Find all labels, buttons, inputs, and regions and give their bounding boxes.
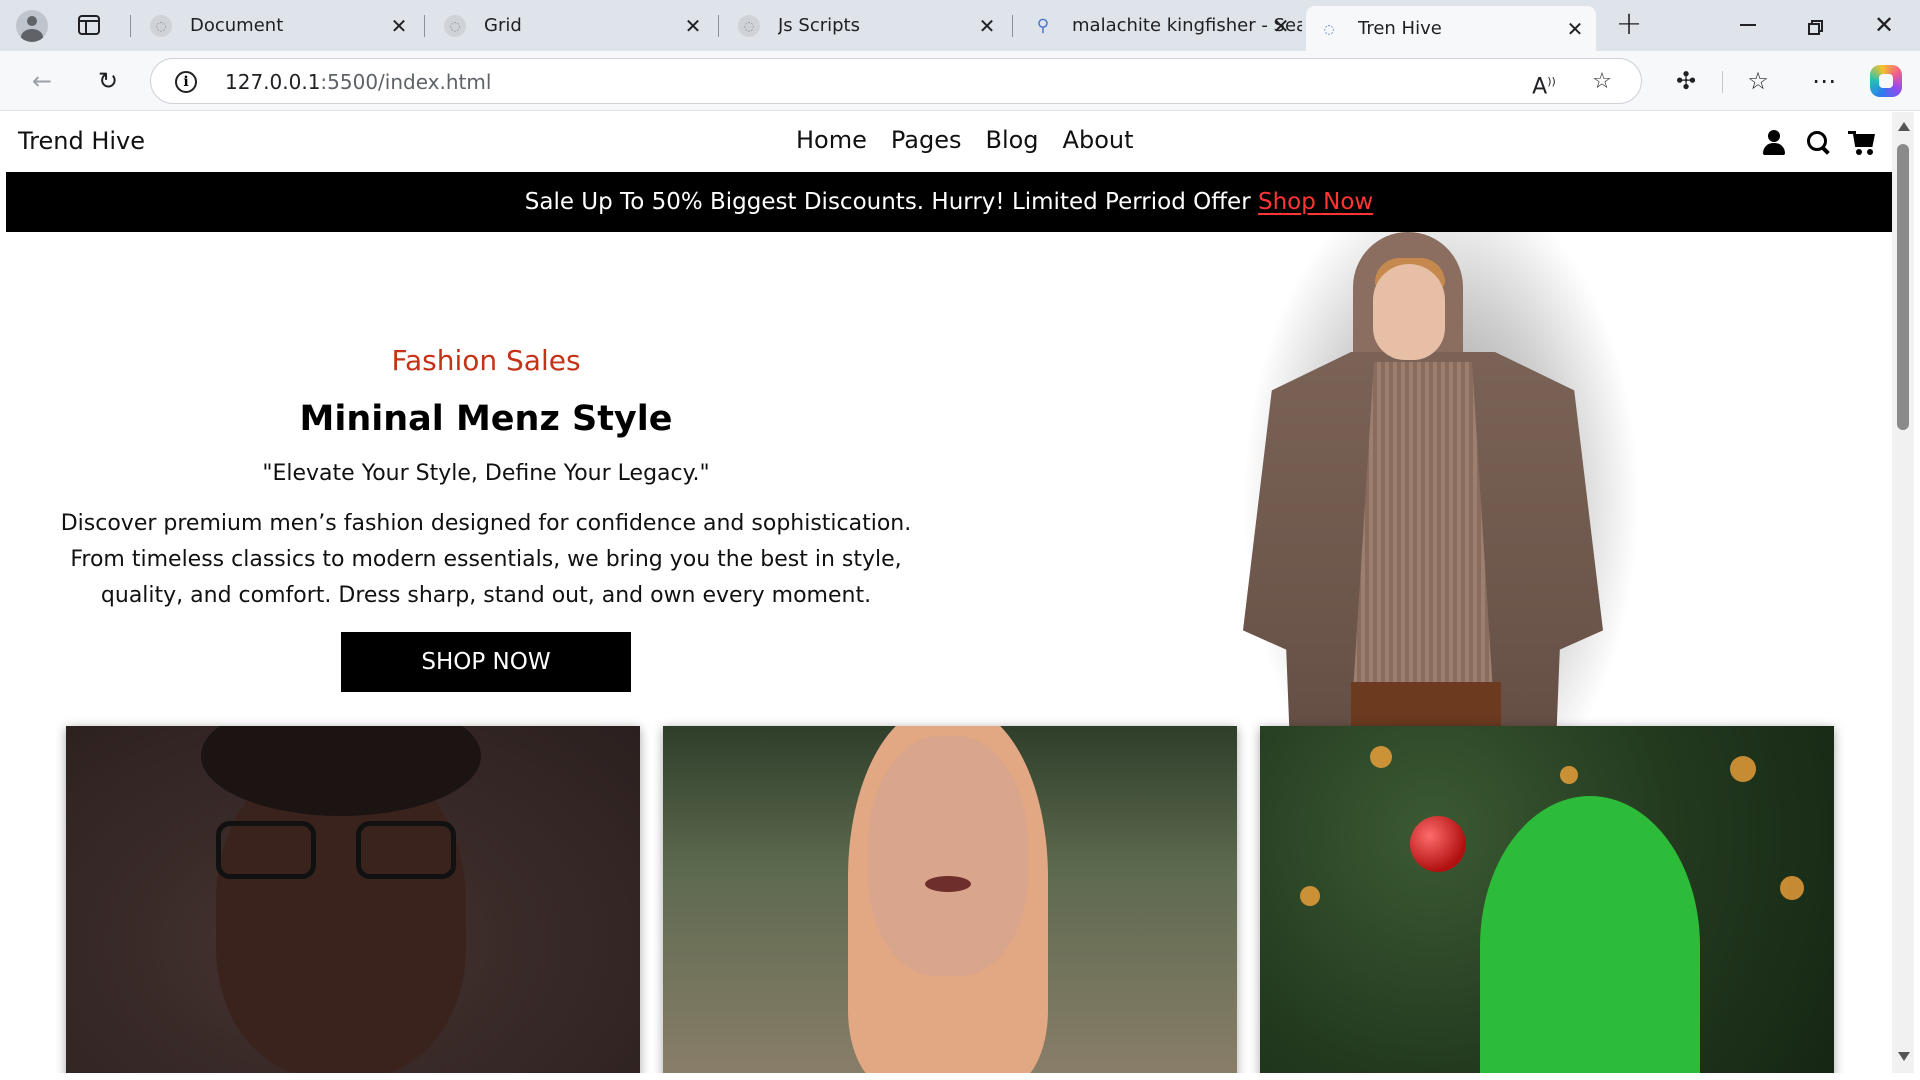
restore-icon-front bbox=[1808, 23, 1820, 35]
tab-title: Js Scripts bbox=[778, 15, 860, 36]
nav-icon-group bbox=[1760, 128, 1876, 156]
cart-basket bbox=[1853, 134, 1875, 147]
address-bar[interactable]: i 127.0.0.1:5500/index.html A)) ☆ bbox=[150, 58, 1642, 104]
window-close-button[interactable]: ✕ bbox=[1864, 8, 1904, 42]
loading-favicon-icon: ◌ bbox=[150, 14, 172, 37]
hero-eyebrow: Fashion Sales bbox=[391, 344, 581, 377]
product-card-christmas-hat[interactable] bbox=[1260, 726, 1834, 1073]
product-card-woman-portrait[interactable] bbox=[663, 726, 1237, 1073]
close-icon[interactable]: ✕ bbox=[976, 14, 998, 38]
bokeh-light bbox=[1300, 886, 1320, 906]
hero-section: Fashion Sales Mininal Menz Style "Elevat… bbox=[26, 344, 946, 692]
minimize-button[interactable] bbox=[1728, 8, 1768, 42]
tab-grid[interactable]: ◌ Grid ✕ bbox=[432, 6, 714, 45]
card-hair bbox=[201, 726, 481, 816]
hero-title: Mininal Menz Style bbox=[299, 399, 673, 439]
arrow-left-icon: ← bbox=[31, 67, 53, 95]
loading-favicon-icon: ◌ bbox=[1323, 21, 1335, 36]
close-icon[interactable]: ✕ bbox=[1270, 14, 1292, 38]
scroll-up-arrow-icon[interactable] bbox=[1898, 122, 1910, 131]
extensions-button[interactable]: ✣ bbox=[1668, 63, 1704, 99]
nav-about[interactable]: About bbox=[1063, 126, 1134, 154]
more-icon: ⋯ bbox=[1812, 67, 1836, 95]
scroll-down-arrow-icon[interactable] bbox=[1898, 1052, 1910, 1061]
bokeh-light bbox=[1370, 746, 1392, 768]
reload-button[interactable]: ↻ bbox=[90, 63, 126, 99]
promo-banner: Sale Up To 50% Biggest Discounts. Hurry!… bbox=[6, 172, 1892, 232]
model-sweater bbox=[1353, 362, 1493, 692]
tab-actions-icon bbox=[78, 15, 100, 35]
cart-icon[interactable] bbox=[1848, 128, 1876, 156]
tab-title: Grid bbox=[484, 15, 522, 36]
search-icon[interactable] bbox=[1804, 128, 1832, 156]
close-icon[interactable]: ✕ bbox=[682, 14, 704, 38]
card-face bbox=[868, 736, 1028, 976]
site-brand[interactable]: Trend Hive bbox=[18, 127, 145, 155]
main-nav: Home Pages Blog About bbox=[796, 126, 1134, 154]
tab-separator bbox=[1012, 15, 1013, 37]
tab-document[interactable]: ◌ Document ✕ bbox=[138, 6, 420, 45]
read-aloud-icon[interactable]: A)) bbox=[1529, 67, 1559, 99]
tab-title: malachite kingfisher - Sea bbox=[1072, 15, 1302, 36]
model-face bbox=[1373, 264, 1445, 360]
restore-button[interactable] bbox=[1796, 8, 1836, 42]
cart-wheel bbox=[1856, 149, 1862, 155]
search-favicon-icon: ⚲ bbox=[1036, 15, 1050, 36]
url-text[interactable]: 127.0.0.1:5500/index.html bbox=[225, 70, 491, 94]
reload-icon: ↻ bbox=[97, 67, 119, 95]
toolbar-divider bbox=[1722, 71, 1723, 93]
profile-icon bbox=[16, 10, 48, 42]
shop-now-button[interactable]: SHOP NOW bbox=[341, 632, 631, 692]
site-navbar: Trend Hive Home Pages Blog About bbox=[6, 112, 1892, 172]
site-info-icon[interactable]: i bbox=[175, 71, 197, 93]
user-icon[interactable] bbox=[1760, 128, 1788, 156]
nav-pages[interactable]: Pages bbox=[891, 126, 962, 154]
cart-handle bbox=[1848, 131, 1856, 134]
nav-home[interactable]: Home bbox=[796, 126, 867, 154]
tab-separator bbox=[424, 15, 425, 37]
more-button[interactable]: ⋯ bbox=[1806, 63, 1842, 99]
card-lips bbox=[925, 876, 971, 892]
favorites-icon: ☆ bbox=[1747, 67, 1769, 95]
bokeh-light bbox=[1730, 756, 1756, 782]
tab-separator bbox=[130, 15, 131, 37]
favorites-button[interactable]: ☆ bbox=[1740, 63, 1776, 99]
url-host: 127.0.0.1 bbox=[225, 70, 321, 94]
browser-tabstrip: ◌ Document ✕ ◌ Grid ✕ ◌ Js Scripts ✕ ⚲ m… bbox=[0, 0, 1920, 51]
loading-favicon-icon: ◌ bbox=[738, 14, 760, 37]
profile-button[interactable] bbox=[14, 8, 50, 44]
tab-separator bbox=[718, 15, 719, 37]
tab-search[interactable]: ⚲ malachite kingfisher - Sea ✕ bbox=[1020, 6, 1302, 45]
hero-tagline: "Elevate Your Style, Define Your Legacy.… bbox=[262, 461, 710, 486]
tab-js-scripts[interactable]: ◌ Js Scripts ✕ bbox=[726, 6, 1008, 45]
star-icon[interactable]: ☆ bbox=[1587, 67, 1617, 97]
page-viewport: Trend Hive Home Pages Blog About Sale Up… bbox=[6, 112, 1892, 1073]
copilot-icon[interactable] bbox=[1870, 65, 1902, 97]
scroll-thumb[interactable] bbox=[1897, 144, 1909, 430]
page-scrollbar[interactable] bbox=[1892, 112, 1914, 1073]
close-icon[interactable]: ✕ bbox=[1564, 17, 1586, 41]
red-ornament bbox=[1410, 816, 1466, 872]
url-path: :5500/index.html bbox=[320, 70, 492, 94]
back-button[interactable]: ← bbox=[24, 63, 60, 99]
green-hat bbox=[1480, 796, 1700, 1073]
hero-description: Discover premium men’s fashion designed … bbox=[60, 511, 912, 608]
tab-tren-hive[interactable]: ◌ Tren Hive ✕ bbox=[1306, 6, 1596, 51]
cart-wheel bbox=[1867, 149, 1873, 155]
tab-actions-button[interactable] bbox=[76, 13, 102, 37]
promo-shop-now-link[interactable]: Shop Now bbox=[1258, 189, 1373, 215]
promo-text: Sale Up To 50% Biggest Discounts. Hurry!… bbox=[524, 189, 1258, 215]
new-tab-button[interactable]: + bbox=[1614, 7, 1644, 39]
product-card-man-with-glasses[interactable] bbox=[66, 726, 640, 1073]
nav-blog[interactable]: Blog bbox=[985, 126, 1038, 154]
browser-toolbar: ← ↻ i 127.0.0.1:5500/index.html A)) ☆ ✣ … bbox=[0, 51, 1920, 111]
tab-title: Tren Hive bbox=[1358, 18, 1442, 39]
tab-title: Document bbox=[190, 15, 284, 36]
loading-favicon-icon: ◌ bbox=[444, 14, 466, 37]
bokeh-light bbox=[1560, 766, 1578, 784]
glasses-shape bbox=[216, 821, 466, 881]
bokeh-light bbox=[1780, 876, 1804, 900]
puzzle-icon: ✣ bbox=[1675, 67, 1697, 95]
close-icon[interactable]: ✕ bbox=[388, 14, 410, 38]
